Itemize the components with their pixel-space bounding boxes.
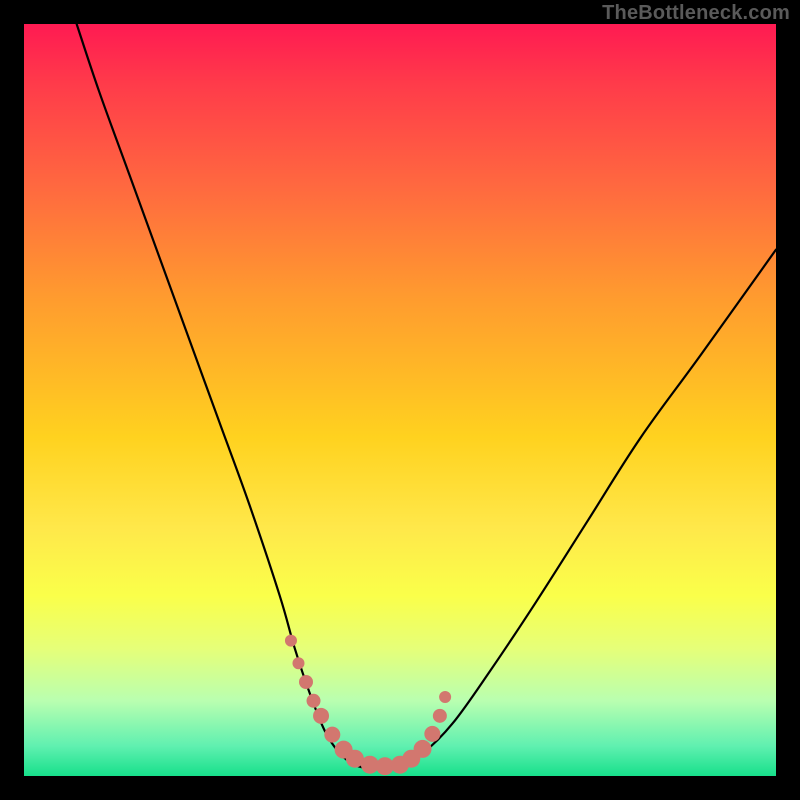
marker-dot: [292, 657, 304, 669]
marker-dot: [433, 709, 447, 723]
bottom-markers: [285, 635, 451, 776]
marker-dot: [424, 726, 440, 742]
bottleneck-curve: [77, 24, 776, 769]
marker-dot: [414, 740, 432, 758]
plot-area: [24, 24, 776, 776]
marker-dot: [285, 635, 297, 647]
attribution-text: TheBottleneck.com: [602, 2, 790, 25]
curve-layer: [24, 24, 776, 776]
marker-dot: [299, 675, 313, 689]
marker-dot: [324, 727, 340, 743]
chart-frame: TheBottleneck.com: [0, 0, 800, 800]
marker-dot: [307, 694, 321, 708]
marker-dot: [313, 708, 329, 724]
marker-dot: [439, 691, 451, 703]
